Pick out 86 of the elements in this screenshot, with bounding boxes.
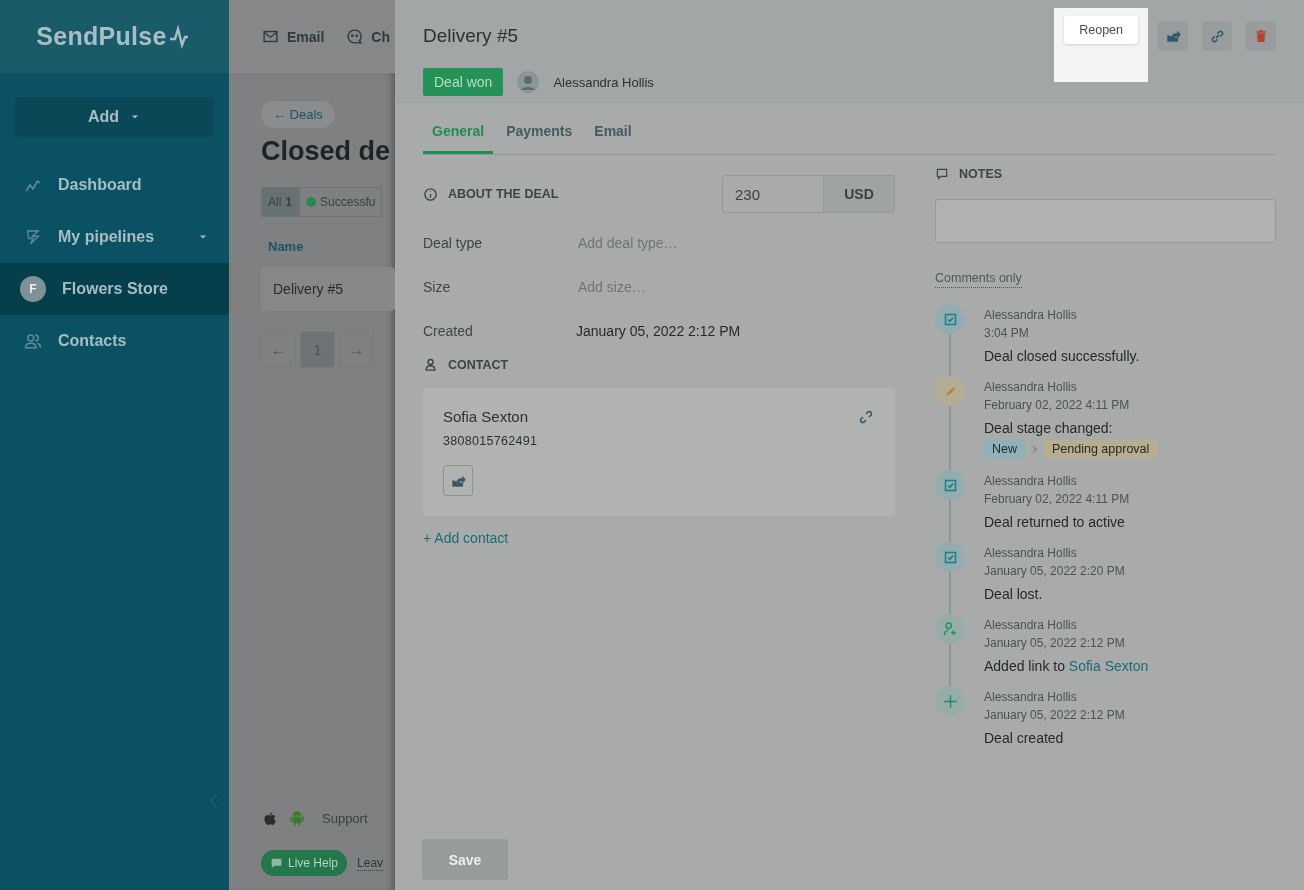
event-author: Alessandra Hollis [984,546,1078,560]
field-label: Deal type [423,235,484,251]
reopen-button[interactable]: Reopen [1064,16,1138,44]
filter-tab[interactable]: Successfu [299,187,383,217]
workspace-avatar: F [20,276,46,302]
tab[interactable]: General [423,113,494,154]
link-button[interactable] [1202,21,1232,51]
logo: SendPulse [36,22,167,51]
lightning-icon [24,228,42,246]
envelope-icon [262,28,279,45]
field-label: Size [423,279,452,295]
back-link[interactable]: ← Deals [261,101,335,128]
tab[interactable]: Email [585,113,641,154]
event-text: Deal returned to active [984,514,1126,530]
input-field[interactable]: Add deal type… [576,235,840,251]
section-heading: NOTES [959,167,1003,181]
apple-icon [261,809,278,827]
field-value: January 05, 2022 2:12 PM [576,323,741,339]
comment-icon [935,167,949,181]
event-time: February 02, 2022 4:11 PM [984,398,1131,412]
nav-link[interactable]: Email [262,28,325,45]
plus-icon [941,692,959,710]
event-author: Alessandra Hollis [984,474,1078,488]
owner-name: Alessandra Hollis [553,74,654,90]
checkbox-icon [942,311,958,327]
contact-link[interactable]: Sofia Sexton [1068,658,1149,674]
event-text: Deal created [984,730,1065,746]
contact-phone: 3808015762491 [443,434,539,448]
comments-filter-link[interactable]: Comments only [935,271,1022,288]
event-text: Added link to Sofia Sexton [984,658,1149,674]
checkbox-icon [942,549,958,565]
speech-bubble-icon [270,856,283,870]
android-icon [288,808,306,828]
person-add-icon [942,621,958,637]
live-help-button[interactable]: Live Help [261,850,348,876]
event-time: January 05, 2022 2:12 PM [984,636,1126,650]
share-icon [1165,28,1181,44]
share-button[interactable] [443,465,473,496]
unlink-icon [857,408,875,426]
event-author: Alessandra Hollis [984,618,1078,632]
person-icon [423,357,438,372]
checkbox-icon [942,477,958,493]
avatar-icon [517,71,540,93]
previous-page-button[interactable]: ← [261,331,296,368]
event-time: January 05, 2022 2:12 PM [984,708,1125,722]
field-label: Created [423,323,474,339]
add-button[interactable]: Add [15,97,214,137]
column-header: Name [268,239,305,254]
deal-title: Delivery #5 [423,25,520,47]
event-time: 3:04 PM [984,326,1030,340]
input-field[interactable]: Add size… [576,279,840,295]
sidebar-item[interactable]: My pipelines [0,211,229,263]
status-badge: Deal won [423,68,504,96]
amount-field[interactable]: 230 USD [722,175,895,213]
table-cell[interactable]: Delivery #5 [261,267,395,311]
nav-link[interactable]: Ch [346,28,391,45]
share-button[interactable] [1158,21,1188,51]
event-author: Alessandra Hollis [984,308,1078,322]
trash-icon [1253,28,1269,44]
stage-tag: New [984,440,1025,458]
event-text: Deal stage changed: [984,420,1114,436]
info-icon [423,186,438,202]
event-author: Alessandra Hollis [984,380,1078,394]
event-time: January 05, 2022 2:20 PM [984,564,1125,578]
sidebar-item[interactable]: Dashboard [0,159,229,211]
sidebar-item[interactable]: Contacts [0,315,229,367]
event-text: Deal lost. [984,586,1044,602]
section-heading: CONTACT [448,357,509,372]
delete-button[interactable] [1246,21,1276,51]
contact-name[interactable]: Sofia Sexton [443,408,529,426]
tab[interactable]: Payments [497,113,582,154]
event-time: February 02, 2022 4:11 PM [984,492,1130,506]
section-heading: ABOUT THE DEAL [448,187,559,201]
sidebar-item[interactable]: F Flowers Store [0,263,229,315]
leave-link[interactable]: Leav [357,855,384,871]
add-contact-link[interactable]: + Add contact [423,530,509,546]
stage-tag: Pending approval [1044,440,1158,458]
event-text: Deal closed successfully. [984,348,1140,364]
event-author: Alessandra Hollis [984,690,1078,704]
currency-select[interactable]: USD [823,176,894,212]
next-page-button[interactable]: → [339,331,374,368]
notes-field[interactable] [935,199,1276,243]
people-icon [24,332,42,350]
support-link[interactable]: Support [322,810,368,826]
chat-icon [346,28,364,45]
page-title: Closed de [261,136,392,167]
